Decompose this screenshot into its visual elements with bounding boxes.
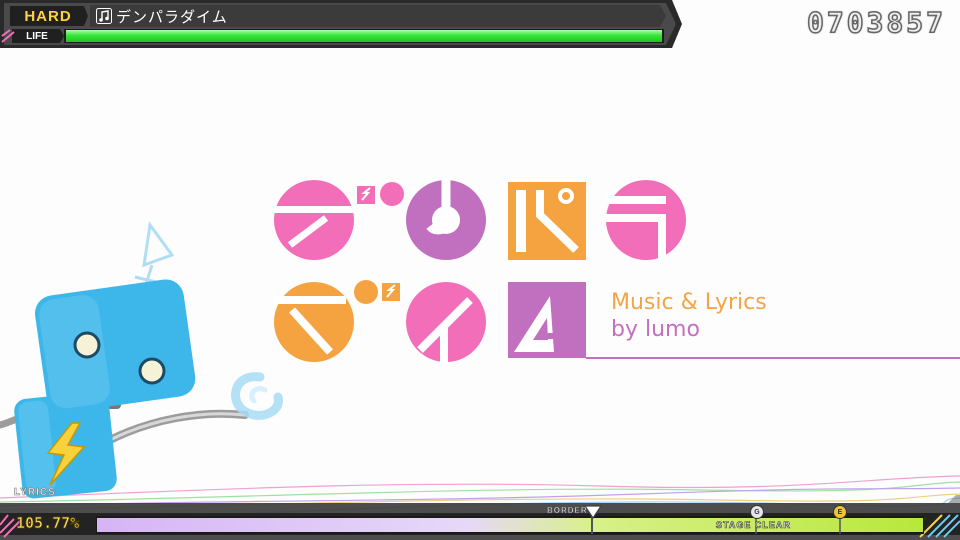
song-credit: Music & Lyrics by lumo xyxy=(611,289,811,343)
stage-clear-label: STAGE CLEAR xyxy=(716,520,791,531)
logo-glyph-ra xyxy=(606,180,686,260)
logo-glyph-mu xyxy=(508,282,586,358)
song-title-bar: デンパラダイム xyxy=(96,5,228,27)
rank-marker-great: G xyxy=(750,505,764,519)
life-gauge xyxy=(66,30,662,42)
logo-glyph-i xyxy=(406,282,486,364)
border-label: BORDER xyxy=(547,506,588,516)
achievement-gauge-fill xyxy=(97,518,923,532)
difficulty-badge: HARD xyxy=(24,7,72,25)
life-label: LIFE xyxy=(26,30,48,42)
logo-glyph-pa xyxy=(508,182,586,260)
logo-glyph-n xyxy=(406,180,486,260)
credit-artist: by lumo xyxy=(611,317,700,342)
achievement-gauge xyxy=(96,516,924,534)
achievement-rate: 105.77% xyxy=(16,514,80,533)
credit-music-lyrics: Music & Lyrics xyxy=(611,290,767,315)
score-counter: 0703857 xyxy=(806,5,946,40)
robot-mascot xyxy=(0,221,283,499)
song-title: デンパラダイム xyxy=(116,7,228,26)
music-note-icon xyxy=(96,8,112,24)
rank-marker-excellent: E xyxy=(833,505,847,519)
lyrics-label: LYRICS xyxy=(14,487,56,499)
life-gauge-fill xyxy=(66,30,662,42)
